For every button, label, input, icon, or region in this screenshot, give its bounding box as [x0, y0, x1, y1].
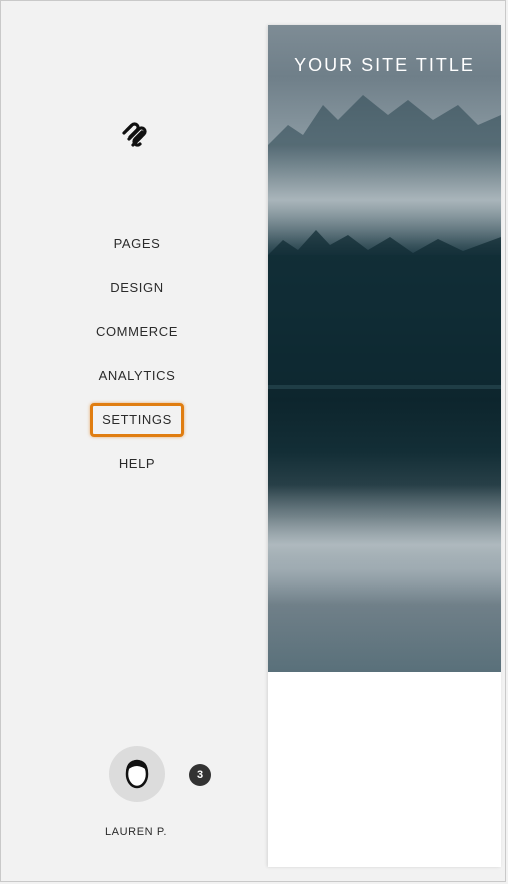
nav-item-label: PAGES	[113, 236, 161, 251]
nav-item-help[interactable]: HELP	[7, 452, 267, 476]
site-title[interactable]: YOUR SITE TITLE	[268, 55, 501, 76]
nav-item-label: COMMERCE	[95, 324, 179, 339]
squarespace-logo-icon[interactable]	[120, 120, 150, 150]
avatar-icon	[125, 759, 149, 789]
site-preview[interactable]: YOUR SITE TITLE	[268, 25, 501, 867]
nav-item-label: ANALYTICS	[98, 368, 176, 383]
nav-item-label: DESIGN	[110, 280, 164, 295]
nav-item-design[interactable]: DESIGN	[7, 276, 267, 300]
nav-item-settings[interactable]: SETTINGS	[7, 403, 267, 437]
nav-item-label: HELP	[118, 456, 156, 471]
nav-item-analytics[interactable]: ANALYTICS	[7, 364, 267, 388]
account-name[interactable]: LAUREN P.	[7, 826, 265, 838]
notification-badge[interactable]: 3	[189, 764, 211, 786]
nav-item-label: SETTINGS	[90, 403, 184, 437]
avatar[interactable]	[109, 746, 165, 802]
sidebar: PAGES DESIGN COMMERCE ANALYTICS SETTINGS…	[7, 6, 267, 878]
nav-item-commerce[interactable]: COMMERCE	[7, 320, 267, 344]
hero-image: YOUR SITE TITLE	[268, 25, 501, 672]
nav-item-pages[interactable]: PAGES	[7, 232, 267, 256]
app-window: PAGES DESIGN COMMERCE ANALYTICS SETTINGS…	[7, 6, 501, 878]
